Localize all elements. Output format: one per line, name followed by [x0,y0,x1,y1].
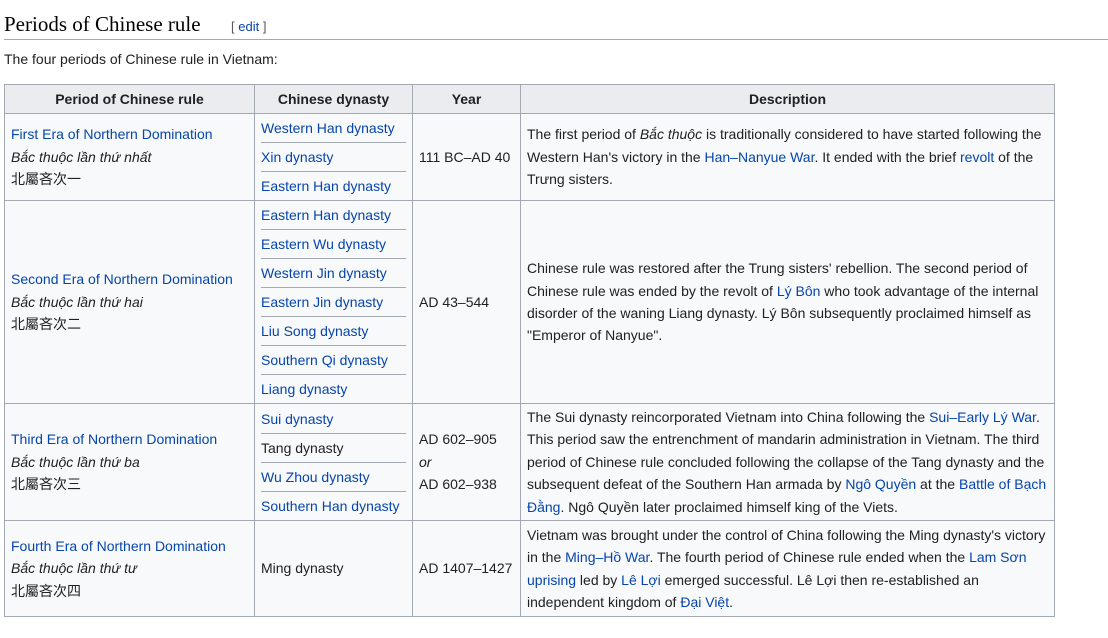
desc-link[interactable]: Lê Lợi [621,572,661,588]
dynasty-link[interactable]: Southern Han dynasty [261,498,400,514]
periods-table: Period of Chinese rule Chinese dynasty Y… [4,84,1055,617]
dynasty-link[interactable]: Liu Song dynasty [261,323,368,339]
year-cell: 111 BC–AD 40 [412,113,521,201]
table-row: First Era of Northern Domination Bắc thu… [4,113,1055,201]
period-han: 北屬吝次三 [11,476,81,493]
dynasty-link[interactable]: Western Jin dynasty [261,265,387,281]
description-cell: The first period of Bắc thuộc is traditi… [520,113,1055,201]
period-cell: Second Era of Northern Domination Bắc th… [4,200,255,404]
year-cell: AD 43–544 [412,200,521,404]
period-link[interactable]: First Era of Northern Domination [11,126,213,142]
table-row: Second Era of Northern Domination Bắc th… [4,200,1055,404]
desc-text: The first period of [527,126,640,143]
table-header-row: Period of Chinese rule Chinese dynasty Y… [4,84,1055,114]
period-link[interactable]: Second Era of Northern Domination [11,271,233,287]
desc-link[interactable]: Ming–Hồ War [565,549,649,565]
dynasty-link[interactable]: Southern Qi dynasty [261,352,388,368]
dynasty-link[interactable]: Liang dynasty [261,381,347,397]
period-han: 北屬吝次一 [11,171,81,188]
period-cell: First Era of Northern Domination Bắc thu… [4,113,255,201]
year-value: AD 602–905 [419,431,497,448]
dynasty-link[interactable]: Eastern Wu dynasty [261,236,386,252]
period-vietnamese: Bắc thuộc lần thứ nhất [11,148,152,165]
dynasty-text: Tang dynasty [261,439,344,456]
period-cell: Third Era of Northern Domination Bắc thu… [4,403,255,521]
dynasty-cell: Sui dynasty Tang dynasty Wu Zhou dynasty… [254,403,413,521]
desc-text: . Ngô Quyền later proclaimed himself kin… [560,498,898,515]
desc-link[interactable]: Han–Nanyue War [704,149,814,165]
desc-text: . [729,593,734,610]
desc-text: . [608,171,613,188]
period-han: 北屬吝次二 [11,316,81,333]
header-description: Description [520,84,1055,114]
dynasty-link[interactable]: Sui dynasty [261,411,333,427]
description-cell: Vietnam was brought under the control of… [520,520,1055,617]
desc-text: . It ended with the brief [814,148,960,165]
period-vietnamese: Bắc thuộc lần thứ hai [11,293,143,310]
desc-text: Trưng sisters [527,171,609,188]
period-cell: Fourth Era of Northern Domination Bắc th… [4,520,255,617]
desc-text: The Sui dynasty reincorporated Vietnam i… [527,408,930,425]
desc-link[interactable]: Lý Bôn [777,283,821,299]
description-cell: Chinese rule was restored after the Trun… [520,200,1055,404]
desc-link[interactable]: Đại Việt [680,594,729,610]
header-dynasty: Chinese dynasty [254,84,413,114]
dynasty-link[interactable]: Western Han dynasty [261,120,395,136]
desc-link[interactable]: Ngô Quyền [845,476,916,492]
intro-text: The four periods of Chinese rule in Viet… [4,51,278,67]
year-value: AD 602–938 [419,476,497,493]
desc-link[interactable]: revolt [960,149,994,165]
header-year: Year [412,84,521,114]
dynasty-link[interactable]: Eastern Han dynasty [261,207,391,223]
desc-link[interactable]: Sui–Early Lý War [929,409,1036,425]
year-or: or [419,453,432,470]
desc-italic: Bắc thuộc [639,126,703,143]
desc-text: led by [576,571,622,588]
edit-bracket-close: ] [262,19,267,34]
section-title: Periods of Chinese rule [4,12,201,36]
header-period: Period of Chinese rule [4,84,255,114]
desc-text: of the [994,148,1034,165]
period-vietnamese: Bắc thuộc lần thứ ba [11,453,140,470]
edit-link[interactable]: edit [238,19,259,34]
desc-text: . The fourth period of Chinese rule ende… [649,549,970,566]
dynasty-cell: Eastern Han dynasty Eastern Wu dynasty W… [254,200,413,404]
period-link[interactable]: Fourth Era of Northern Domination [11,538,226,554]
dynasty-link[interactable]: Eastern Han dynasty [261,178,391,194]
dynasty-link[interactable]: Eastern Jin dynasty [261,294,383,310]
dynasty-cell: Ming dynasty [254,520,413,617]
period-vietnamese: Bắc thuộc lần thứ tư [11,560,137,577]
desc-text: at the [916,476,959,493]
description-cell: The Sui dynasty reincorporated Vietnam i… [520,403,1055,521]
dynasty-link[interactable]: Xin dynasty [261,149,333,165]
period-link[interactable]: Third Era of Northern Domination [11,431,217,447]
dynasty-cell: Western Han dynasty Xin dynasty Eastern … [254,113,413,201]
year-cell: AD 602–905 or AD 602–938 [412,403,521,521]
edit-bracket-open: [ [231,19,235,34]
dynasty-link[interactable]: Wu Zhou dynasty [261,469,370,485]
section-heading: Periods of Chinese rule [ edit ] [4,8,1108,40]
dynasty-text: Ming dynasty [261,560,344,577]
table-row: Third Era of Northern Domination Bắc thu… [4,403,1055,521]
edit-section: [ edit ] [231,19,266,34]
year-cell: AD 1407–1427 [412,520,521,617]
period-han: 北屬吝次四 [11,582,81,599]
table-row: Fourth Era of Northern Domination Bắc th… [4,520,1055,617]
